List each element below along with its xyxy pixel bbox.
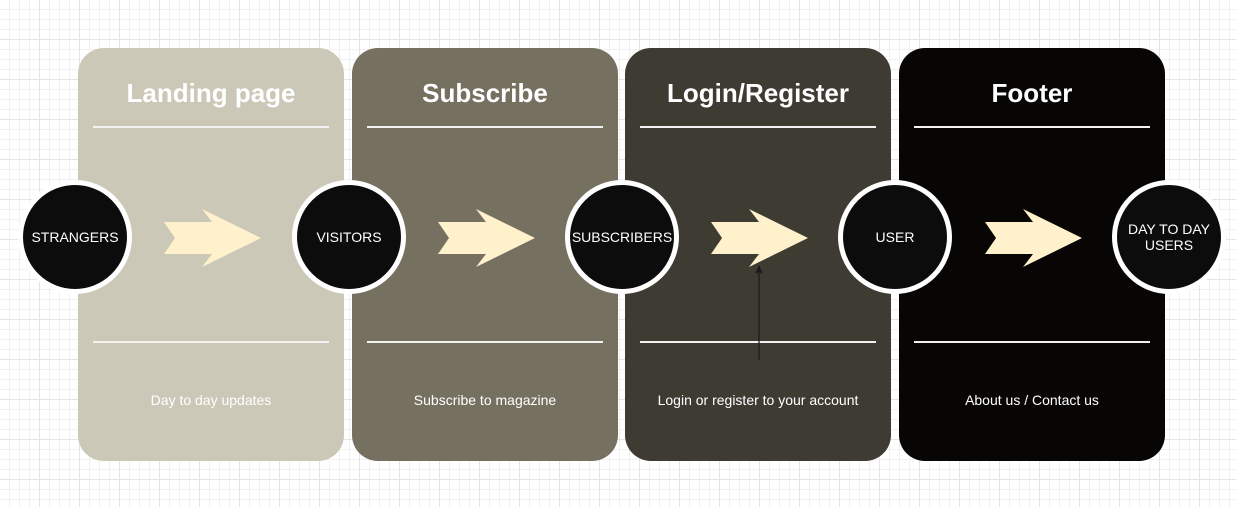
node-user: USER [838, 180, 952, 294]
node-label: USER [875, 229, 915, 245]
node-label: SUBSCRIBERS [571, 229, 673, 245]
panel-title: Footer [991, 78, 1073, 108]
panel-description: Day to day updates [150, 392, 272, 408]
node-strangers: STRANGERS [18, 180, 132, 294]
divider [93, 341, 329, 343]
panel-title: Landing page [126, 78, 296, 108]
panel-description: About us / Contact us [965, 392, 1099, 408]
panel-title: Subscribe [422, 78, 548, 108]
divider [640, 126, 876, 128]
connector-arrow-icon [755, 265, 763, 360]
divider [367, 341, 603, 343]
node-label: VISITORS [316, 229, 382, 245]
panel-title: Login/Register [666, 78, 849, 108]
node-day-to-day-users: DAY TO DAY USERS [1112, 180, 1226, 294]
flow-arrow-icon [711, 209, 808, 267]
flow-arrow-icon [985, 209, 1082, 267]
panel-description: Login or register to your account [657, 392, 859, 408]
flow-arrow-icon [438, 209, 535, 267]
divider [914, 341, 1150, 343]
flow-arrow-icon [164, 209, 261, 267]
node-visitors: VISITORS [292, 180, 406, 294]
divider [367, 126, 603, 128]
node-subscribers: SUBSCRIBERS [565, 180, 679, 294]
divider [914, 126, 1150, 128]
panel-description: Subscribe to magazine [413, 392, 557, 408]
node-label: STRANGERS [31, 229, 119, 245]
node-label: DAY TO DAY USERS [1128, 221, 1210, 253]
divider [93, 126, 329, 128]
